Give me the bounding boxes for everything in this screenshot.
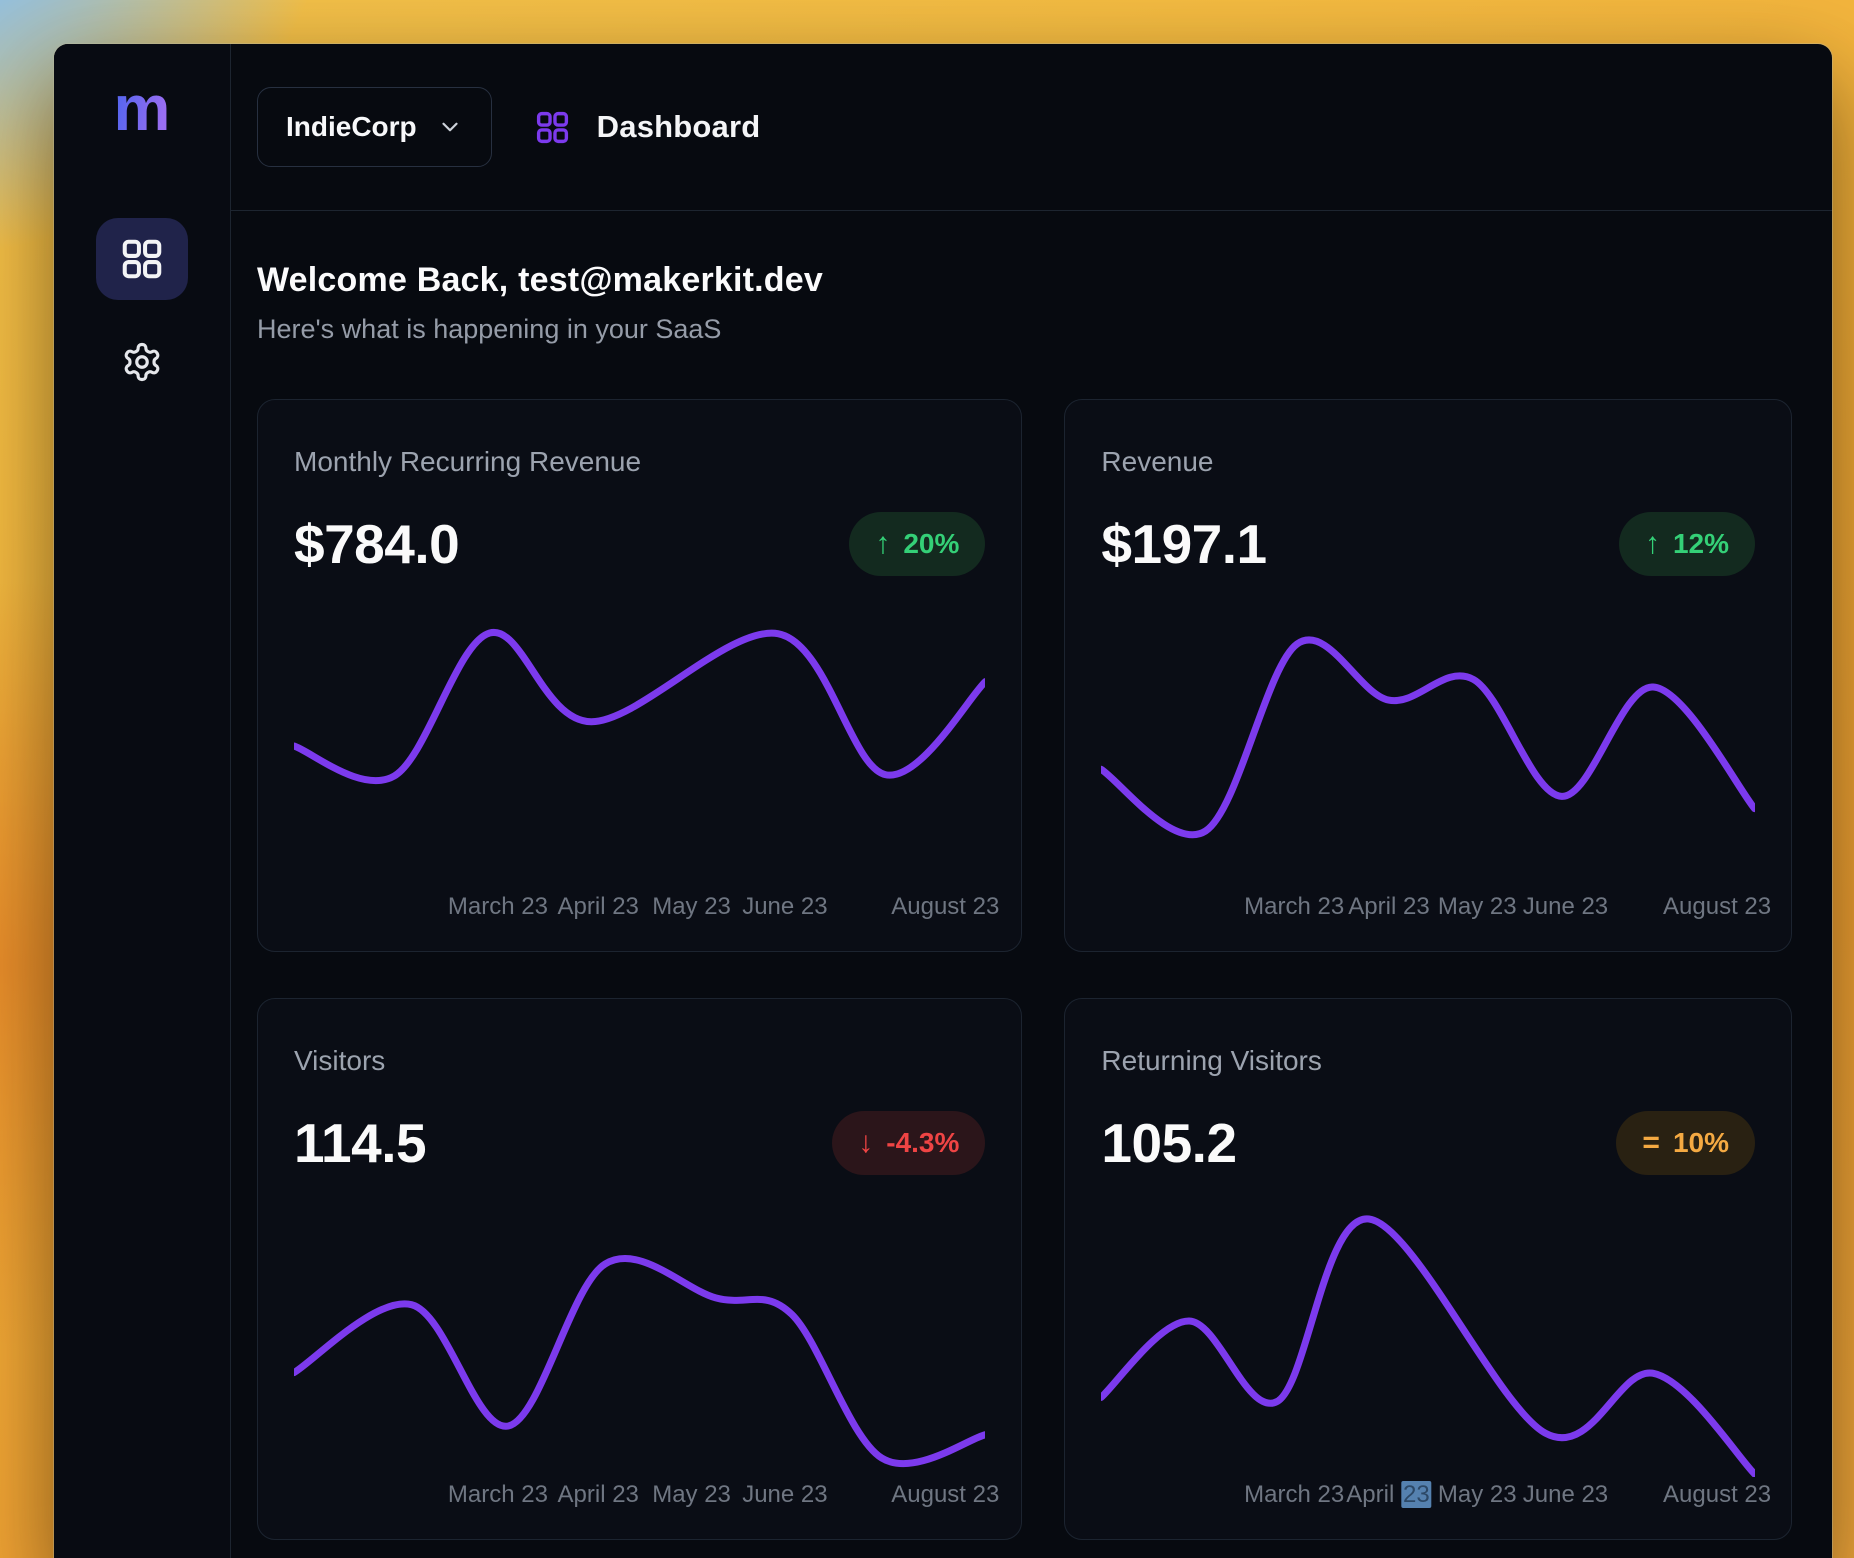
main-column: IndieCorp Dashboard Welcome Back, test@m… [231, 44, 1832, 1558]
x-axis-labels: March 23April 23May 23June 23August 23 [294, 1481, 985, 1513]
metric-value: $197.1 [1101, 512, 1266, 576]
settings-gear-icon [121, 341, 163, 383]
dashboard-content: Welcome Back, test@makerkit.dev Here's w… [231, 211, 1832, 1540]
x-axis-label: May 23 [1438, 893, 1517, 921]
revenue-line-chart [1101, 608, 1755, 878]
dashboard-page-icon [534, 109, 571, 146]
x-axis-label: March 23 [1244, 1481, 1344, 1509]
x-axis-label: June 23 [1523, 1481, 1608, 1509]
sidebar-item-dashboard[interactable] [96, 218, 188, 300]
trend-badge: ↑ 20% [849, 512, 985, 576]
trend-badge: = 10% [1616, 1111, 1755, 1175]
x-axis-label: June 23 [742, 1481, 827, 1509]
trend-badge: ↓ -4.3% [832, 1111, 985, 1175]
x-axis-label: August 23 [1663, 893, 1771, 921]
sidebar-item-settings[interactable] [96, 330, 188, 394]
x-axis-label: April 23 [558, 1481, 639, 1509]
x-axis-label: March 23 [448, 1481, 548, 1509]
card-title: Returning Visitors [1101, 999, 1755, 1077]
card-title: Monthly Recurring Revenue [294, 400, 985, 478]
selected-text: 23 [1401, 1481, 1432, 1508]
value-row: 114.5 ↓ -4.3% [294, 1111, 985, 1175]
visitors-line-chart [294, 1207, 985, 1477]
sidebar: m [54, 44, 231, 1558]
team-selector-button[interactable]: IndieCorp [257, 87, 492, 167]
x-axis-label: March 23 [1244, 893, 1344, 921]
x-axis-label: May 23 [1438, 1481, 1517, 1509]
card-title: Revenue [1101, 400, 1755, 478]
stat-card-mrr: Monthly Recurring Revenue $784.0 ↑ 20% M… [257, 399, 1022, 952]
sidebar-nav [96, 218, 188, 394]
returning-visitors-line-chart [1101, 1207, 1755, 1477]
trend-up-icon: ↑ [1645, 529, 1660, 559]
app-window: m [54, 44, 1832, 1558]
x-axis-label: April 23 [1346, 1481, 1431, 1509]
value-row: $784.0 ↑ 20% [294, 512, 985, 576]
x-axis-label: April 23 [1348, 893, 1429, 921]
trend-label: -4.3% [886, 1127, 959, 1159]
team-selector-label: IndieCorp [286, 111, 417, 143]
x-axis-label: June 23 [1523, 893, 1608, 921]
x-axis-label: March 23 [448, 893, 548, 921]
value-row: 105.2 = 10% [1101, 1111, 1755, 1175]
trend-down-icon: ↓ [858, 1128, 873, 1158]
x-axis-label: April 23 [558, 893, 639, 921]
x-axis-label: August 23 [891, 1481, 999, 1509]
x-axis-labels: March 23April 23May 23June 23August 23 [294, 893, 985, 925]
page-title: Dashboard [597, 109, 761, 145]
x-axis-label: May 23 [652, 893, 731, 921]
top-header: IndieCorp Dashboard [231, 44, 1832, 211]
trend-up-icon: ↑ [875, 529, 890, 559]
card-title: Visitors [294, 999, 985, 1077]
x-axis-label: May 23 [652, 1481, 731, 1509]
metric-value: 114.5 [294, 1111, 426, 1175]
metric-value: 105.2 [1101, 1111, 1236, 1175]
chevron-down-icon [437, 114, 463, 140]
trend-flat-icon: = [1642, 1128, 1660, 1158]
value-row: $197.1 ↑ 12% [1101, 512, 1755, 576]
x-axis-label: August 23 [891, 893, 999, 921]
dashboard-grid-icon [119, 236, 165, 282]
app-logo: m [114, 76, 171, 140]
stat-card-revenue: Revenue $197.1 ↑ 12% March 23April 23 May… [1064, 399, 1792, 952]
stat-cards-grid: Monthly Recurring Revenue $784.0 ↑ 20% M… [257, 399, 1792, 1540]
welcome-title: Welcome Back, test@makerkit.dev [257, 261, 1792, 300]
x-axis-label: June 23 [742, 893, 827, 921]
stat-card-visitors: Visitors 114.5 ↓ -4.3% March 23 April 23 M… [257, 998, 1022, 1540]
trend-label: 20% [903, 528, 959, 560]
mrr-line-chart [294, 608, 985, 878]
trend-label: 12% [1673, 528, 1729, 560]
desktop-wallpaper: m [0, 0, 1854, 1558]
x-axis-labels: March 23April 23May 23June 23August 23 [1101, 1481, 1755, 1513]
x-axis-labels: March 23April 23May 23June 23August 23 [1101, 893, 1755, 925]
metric-value: $784.0 [294, 512, 459, 576]
trend-label: 10% [1673, 1127, 1729, 1159]
welcome-subtitle: Here's what is happening in your SaaS [257, 314, 1792, 345]
stat-card-returning-visitors: Returning Visitors 105.2 = 10% March 23A… [1064, 998, 1792, 1540]
x-axis-label: August 23 [1663, 1481, 1771, 1509]
trend-badge: ↑ 12% [1619, 512, 1755, 576]
